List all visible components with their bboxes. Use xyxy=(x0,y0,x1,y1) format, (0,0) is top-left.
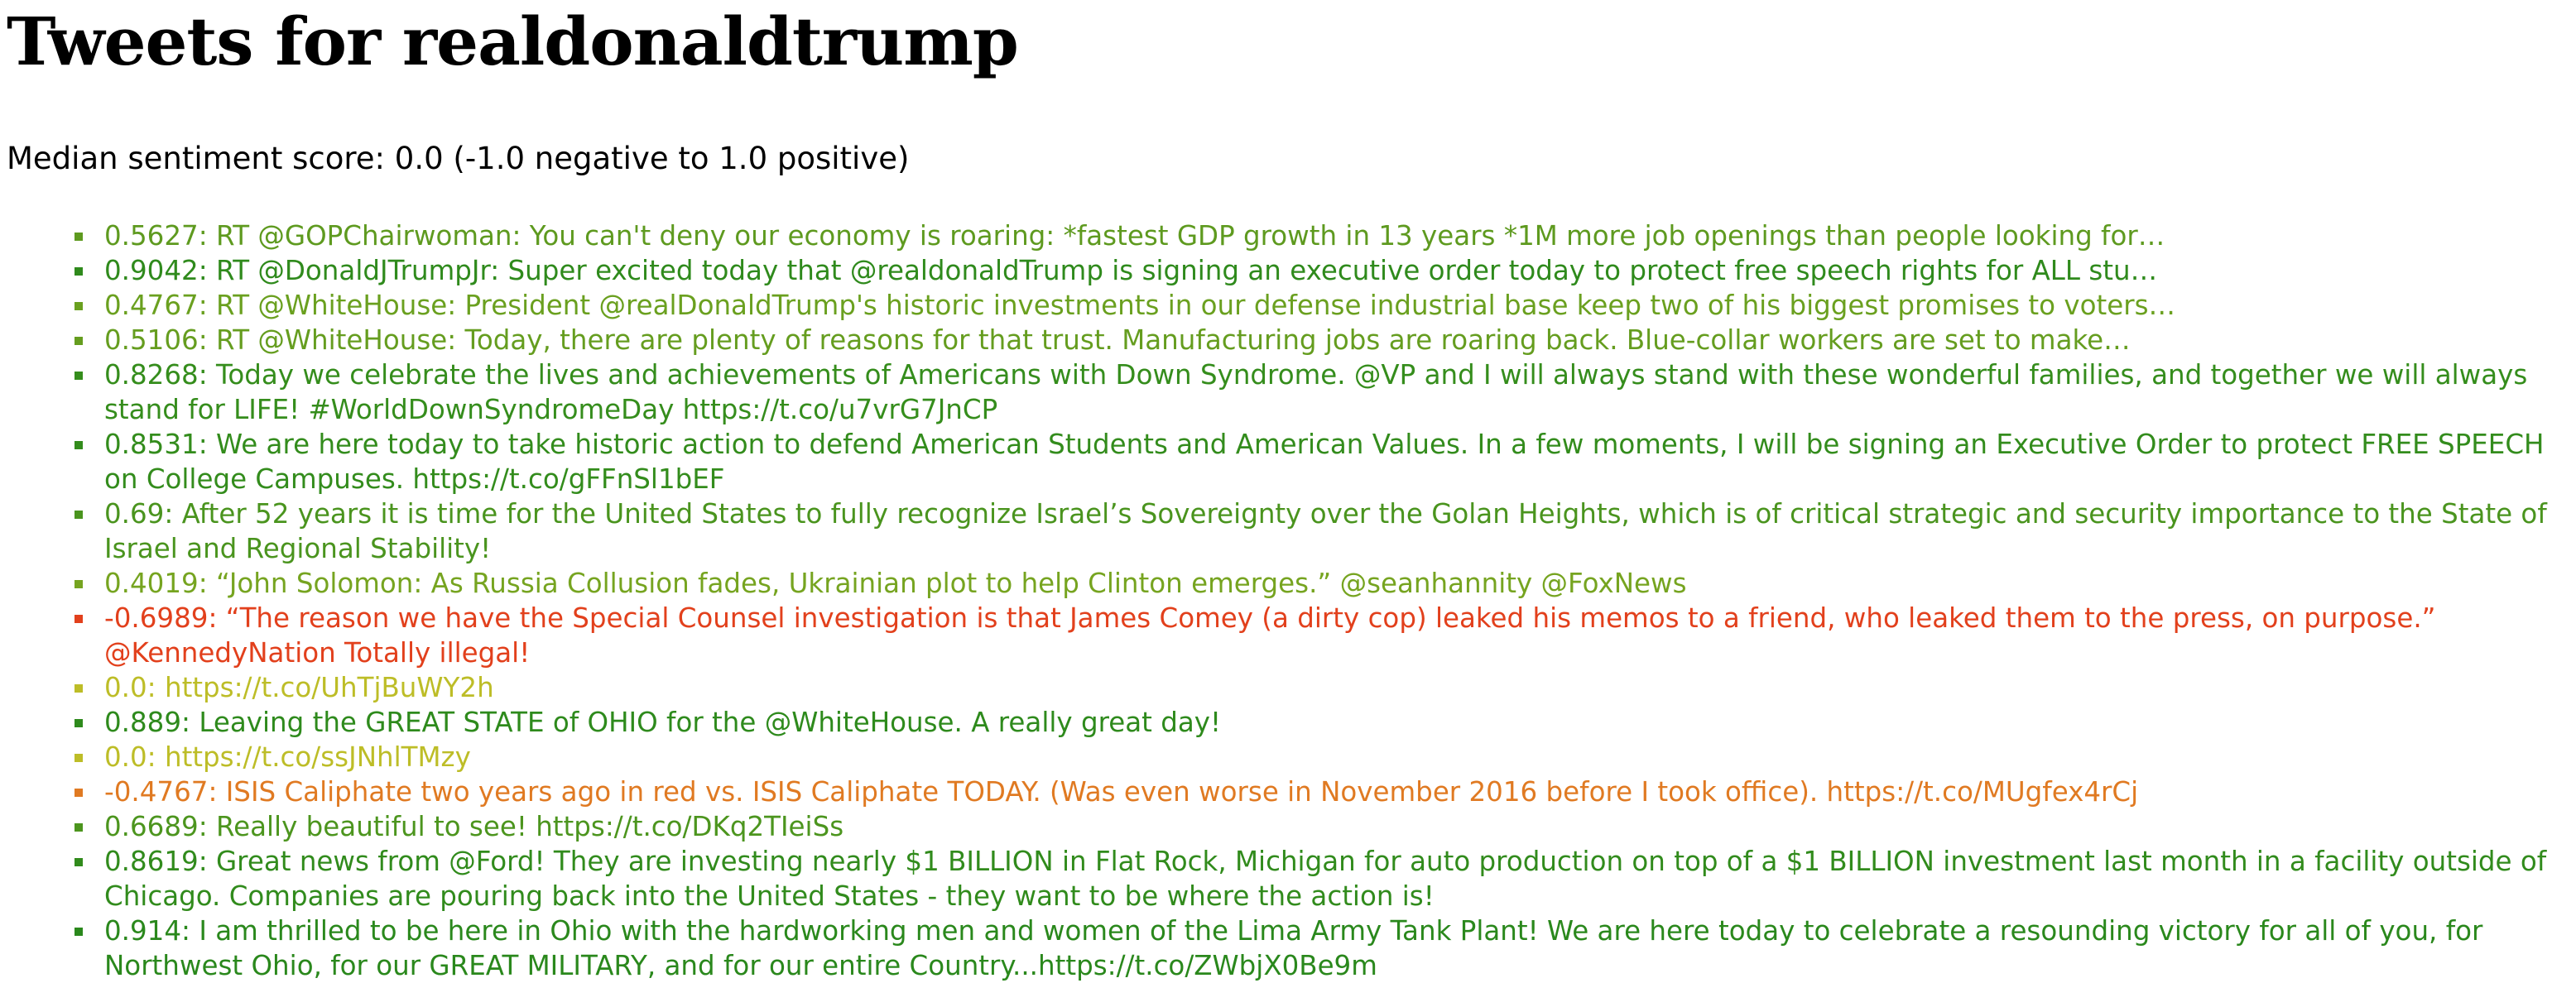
tweet-text: 0.6689: Really beautiful to see! https:/… xyxy=(104,811,844,842)
tweet-text: 0.8268: Today we celebrate the lives and… xyxy=(104,359,2528,425)
tweet-text: 0.5627: RT @GOPChairwoman: You can't den… xyxy=(104,220,2165,252)
bullet-icon xyxy=(74,372,83,380)
bullet-icon xyxy=(74,789,83,797)
tweet-text: 0.4019: “John Solomon: As Russia Collusi… xyxy=(104,568,1687,599)
tweet-item: 0.8619: Great news from @Ford! They are … xyxy=(74,844,2554,913)
tweet-text: 0.4767: RT @WhiteHouse: President @realD… xyxy=(104,290,2176,321)
bullet-icon xyxy=(74,267,83,276)
tweet-item: 0.8531: We are here today to take histor… xyxy=(74,427,2554,496)
tweet-text: 0.889: Leaving the GREAT STATE of OHIO f… xyxy=(104,707,1222,738)
tweet-text: 0.9042: RT @DonaldJTrumpJr: Super excite… xyxy=(104,255,2158,286)
tweet-item: -0.4767: ISIS Caliphate two years ago in… xyxy=(74,774,2554,809)
tweet-text: 0.0: https://t.co/ssJNhlTMzy xyxy=(104,741,471,773)
tweet-item: 0.5106: RT @WhiteHouse: Today, there are… xyxy=(74,323,2554,357)
tweet-item: 0.0: https://t.co/ssJNhlTMzy xyxy=(74,740,2554,774)
tweet-text: 0.914: I am thrilled to be here in Ohio … xyxy=(104,915,2483,981)
tweet-item: 0.4767: RT @WhiteHouse: President @realD… xyxy=(74,288,2554,323)
tweet-text: 0.0: https://t.co/UhTjBuWY2h xyxy=(104,672,494,703)
median-sentiment-text: Median sentiment score: 0.0 (-1.0 negati… xyxy=(7,141,910,176)
tweet-text: 0.8619: Great news from @Ford! They are … xyxy=(104,846,2547,912)
tweet-item: 0.914: I am thrilled to be here in Ohio … xyxy=(74,913,2554,983)
page-title: Tweets for realdonaldtrump xyxy=(7,2,1019,80)
tweet-item: 0.8268: Today we celebrate the lives and… xyxy=(74,357,2554,427)
bullet-icon xyxy=(74,337,83,345)
tweet-item: 0.5627: RT @GOPChairwoman: You can't den… xyxy=(74,218,2554,253)
tweet-item: -0.6989: “The reason we have the Special… xyxy=(74,601,2554,670)
tweet-item: 0.889: Leaving the GREAT STATE of OHIO f… xyxy=(74,705,2554,740)
bullet-icon xyxy=(74,719,83,727)
bullet-icon xyxy=(74,684,83,693)
tweet-text: 0.69: After 52 years it is time for the … xyxy=(104,498,2547,564)
bullet-icon xyxy=(74,233,83,241)
tweet-item: 0.0: https://t.co/UhTjBuWY2h xyxy=(74,670,2554,705)
tweet-item: 0.69: After 52 years it is time for the … xyxy=(74,496,2554,566)
tweet-text: 0.5106: RT @WhiteHouse: Today, there are… xyxy=(104,324,2131,356)
bullet-icon xyxy=(74,615,83,623)
bullet-icon xyxy=(74,754,83,762)
bullet-icon xyxy=(74,580,83,588)
tweet-item: 0.9042: RT @DonaldJTrumpJr: Super excite… xyxy=(74,253,2554,288)
bullet-icon xyxy=(74,511,83,519)
bullet-icon xyxy=(74,858,83,866)
tweet-text: 0.8531: We are here today to take histor… xyxy=(104,429,2545,495)
tweet-text: -0.4767: ISIS Caliphate two years ago in… xyxy=(104,776,2139,808)
tweet-item: 0.6689: Really beautiful to see! https:/… xyxy=(74,809,2554,844)
tweet-item: 0.4019: “John Solomon: As Russia Collusi… xyxy=(74,566,2554,601)
bullet-icon xyxy=(74,928,83,936)
bullet-icon xyxy=(74,823,83,832)
tweet-list: 0.5627: RT @GOPChairwoman: You can't den… xyxy=(74,218,2554,983)
tweet-text: -0.6989: “The reason we have the Special… xyxy=(104,602,2436,669)
bullet-icon xyxy=(74,302,83,310)
bullet-icon xyxy=(74,441,83,449)
